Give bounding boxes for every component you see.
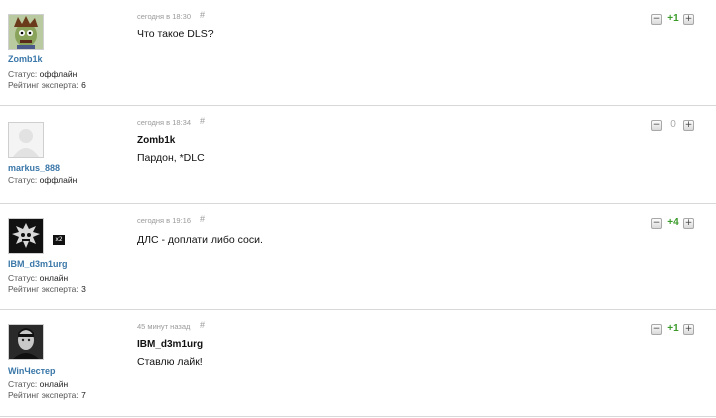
vote-score: +1 bbox=[667, 323, 679, 334]
vote-down-button[interactable]: − bbox=[651, 120, 662, 131]
vote-up-button[interactable]: + bbox=[683, 14, 694, 25]
comment-timestamp[interactable]: сегодня в 18:30 bbox=[137, 12, 191, 21]
vote-score: +1 bbox=[667, 13, 679, 24]
comment-text: Что такое DLS? bbox=[137, 28, 214, 40]
comment-text: Пардон, *DLC bbox=[137, 152, 205, 164]
comment-item: WinЧестер Статус: онлайн Рейтинг эксперт… bbox=[0, 310, 716, 417]
username-link[interactable]: IBM_d3m1urg bbox=[8, 259, 68, 269]
vote-down-button[interactable]: − bbox=[651, 218, 662, 229]
avatar[interactable] bbox=[8, 122, 44, 158]
comment-item: x2 IBM_d3m1urg Статус: онлайн Рейтинг эк… bbox=[0, 204, 716, 310]
username-link[interactable]: markus_888 bbox=[8, 163, 60, 173]
comment-anchor-link[interactable]: # bbox=[200, 214, 205, 224]
avatar[interactable] bbox=[8, 14, 44, 50]
user-status: Статус: онлайн bbox=[8, 379, 69, 389]
user-status: Статус: оффлайн bbox=[8, 175, 78, 185]
comment-timestamp[interactable]: сегодня в 18:34 bbox=[137, 118, 191, 127]
expert-rating: Рейтинг эксперта: 3 bbox=[8, 284, 86, 294]
username-link[interactable]: WinЧестер bbox=[8, 366, 56, 376]
comment-text: ДЛС - доплати либо соси. bbox=[137, 234, 263, 246]
comment-timestamp[interactable]: сегодня в 19:16 bbox=[137, 216, 191, 225]
comment-anchor-link[interactable]: # bbox=[200, 320, 205, 330]
vote-up-button[interactable]: + bbox=[683, 218, 694, 229]
vote-up-button[interactable]: + bbox=[683, 120, 694, 131]
username-link[interactable]: Zomb1k bbox=[8, 54, 43, 64]
comment-item: Zomb1k Статус: оффлайн Рейтинг эксперта:… bbox=[0, 0, 716, 106]
comment-item: markus_888 Статус: оффлайн сегодня в 18:… bbox=[0, 106, 716, 204]
user-status: Статус: оффлайн bbox=[8, 69, 78, 79]
comment-anchor-link[interactable]: # bbox=[200, 10, 205, 20]
vote-score: 0 bbox=[670, 119, 676, 130]
vote-up-button[interactable]: + bbox=[683, 324, 694, 335]
user-status: Статус: онлайн bbox=[8, 273, 69, 283]
vote-down-button[interactable]: − bbox=[651, 14, 662, 25]
reply-to-username[interactable]: Zomb1k bbox=[137, 135, 175, 146]
vote-down-button[interactable]: − bbox=[651, 324, 662, 335]
comment-anchor-link[interactable]: # bbox=[200, 116, 205, 126]
comment-text: Ставлю лайк! bbox=[137, 356, 203, 368]
comment-timestamp[interactable]: 45 минут назад bbox=[137, 322, 190, 331]
avatar[interactable] bbox=[8, 218, 44, 254]
user-badge: x2 bbox=[53, 235, 65, 245]
avatar[interactable] bbox=[8, 324, 44, 360]
reply-to-username[interactable]: IBM_d3m1urg bbox=[137, 339, 203, 350]
expert-rating: Рейтинг эксперта: 6 bbox=[8, 80, 86, 90]
expert-rating: Рейтинг эксперта: 7 bbox=[8, 390, 86, 400]
vote-score: +4 bbox=[667, 217, 679, 228]
